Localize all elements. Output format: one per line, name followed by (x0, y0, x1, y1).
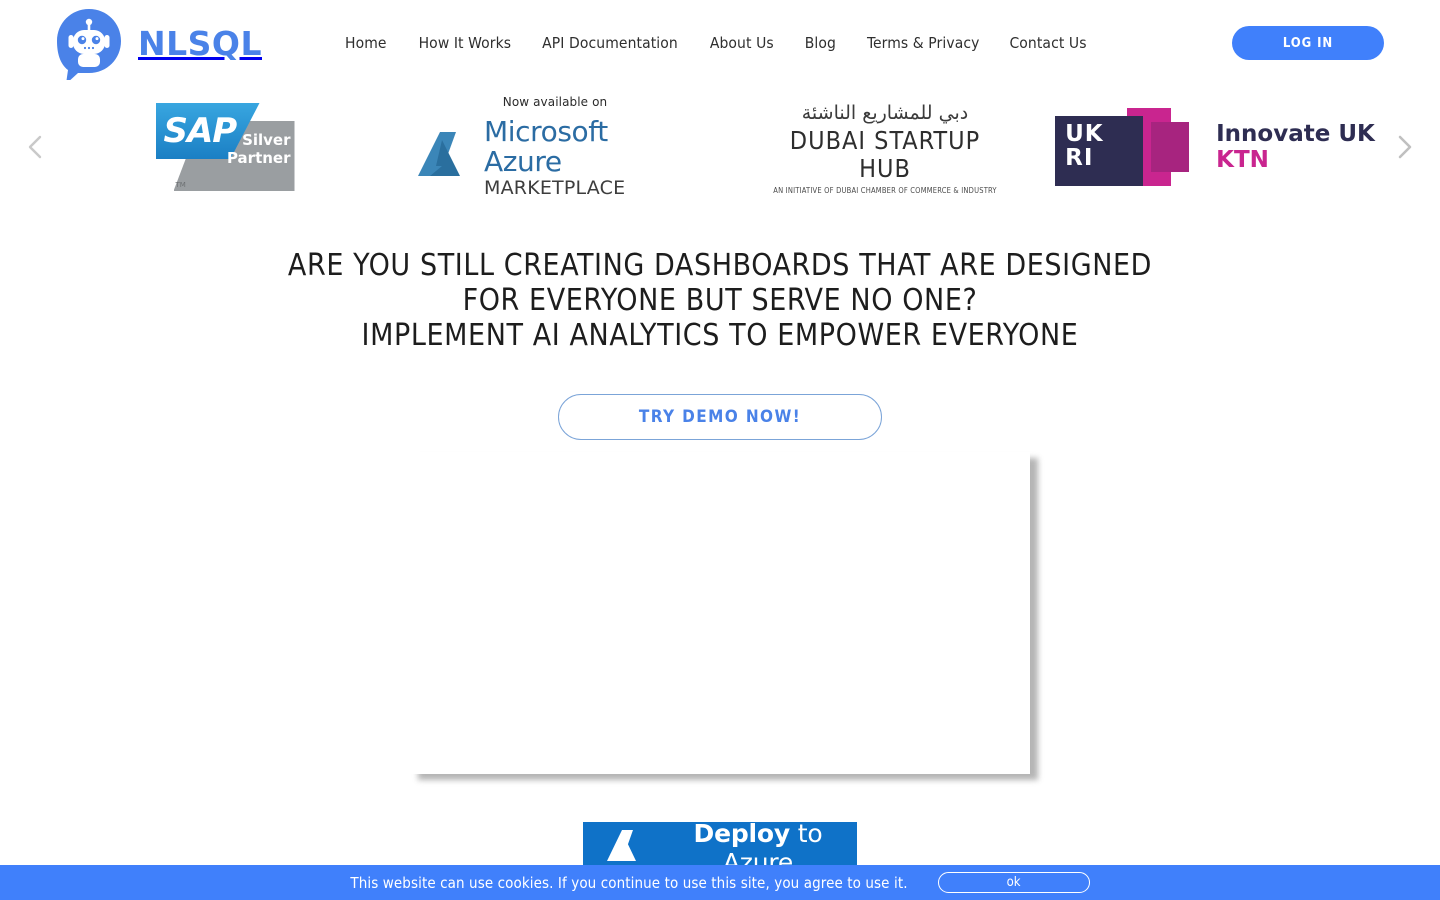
cookie-message: This website can use cookies. If you con… (350, 873, 908, 892)
site-header: NLSQL Home How It Works API Documentatio… (0, 0, 1440, 86)
brand-name: NLSQL (138, 23, 262, 63)
dubai-startup-hub-logo: دبي للمشاريع الناشئة DUBAI STARTUP HUB A… (760, 100, 1010, 195)
nav-item-about-us[interactable]: About Us (710, 30, 805, 56)
hero-headline-line-1: ARE YOU STILL CREATING DASHBOARDS THAT A… (287, 248, 1153, 284)
innovate-uk-label: Innovate UK (1216, 121, 1375, 147)
azure-eyebrow: Now available on (502, 95, 608, 109)
deploy-word: Deploy (693, 819, 791, 848)
chevron-right-icon (1395, 134, 1415, 160)
nav-item-blog[interactable]: Blog (805, 30, 867, 56)
microsoft-azure-marketplace-logo: Now available on Microsoft Azure MARKETP… (416, 95, 694, 199)
hero-headline-line-3: IMPLEMENT AI ANALYTICS TO EMPOWER EVERYO… (361, 318, 1079, 354)
nav-item-home[interactable]: Home (345, 30, 419, 56)
ktn-label: KTN (1216, 147, 1269, 173)
sap-partner-level: Silver Partner (226, 131, 291, 167)
carousel-next-button[interactable] (1388, 130, 1422, 164)
nav-item-terms-privacy[interactable]: Terms & Privacy (867, 30, 1009, 56)
ukri-magenta-block-2 (1151, 122, 1190, 172)
carousel-slide-innovate-uk[interactable]: UK RI Innovate UK KTN (1050, 88, 1380, 206)
chat-robot-icon (52, 6, 126, 80)
nav-item-how-it-works[interactable]: How It Works (419, 30, 543, 56)
innovate-uk-ktn-logo: UK RI Innovate UK KTN (1055, 108, 1375, 186)
ukri-mark: UK RI (1055, 108, 1200, 186)
azure-logo-icon (605, 828, 645, 869)
azure-subtitle: MARKETPLACE (484, 177, 626, 199)
cookie-accept-button[interactable]: ok (937, 872, 1090, 893)
nav-item-api-documentation[interactable]: API Documentation (542, 30, 710, 56)
carousel-slide-dubai[interactable]: دبي للمشاريع الناشئة DUBAI STARTUP HUB A… (720, 88, 1050, 206)
nav-item-contact-us[interactable]: Contact Us (1009, 30, 1086, 56)
sap-trademark: TM (175, 181, 186, 189)
azure-title: Microsoft Azure (484, 115, 608, 178)
hero-headline: ARE YOU STILL CREATING DASHBOARDS THAT A… (0, 248, 1440, 353)
video-embed-placeholder[interactable] (410, 452, 1030, 774)
carousel-slide-azure[interactable]: Now available on Microsoft Azure MARKETP… (390, 88, 720, 206)
brand-logo[interactable]: NLSQL (52, 6, 262, 80)
main-nav: Home How It Works API Documentation Abou… (345, 30, 1087, 56)
partner-logo-carousel: SAP Silver Partner TM Now available on M… (0, 88, 1440, 206)
carousel-prev-button[interactable] (18, 130, 52, 164)
login-button[interactable]: LOG IN (1232, 26, 1384, 60)
cookie-consent-bar: This website can use cookies. If you con… (0, 865, 1440, 900)
azure-triangle-icon (416, 130, 474, 187)
try-demo-button[interactable]: TRY DEMO NOW! (558, 394, 882, 440)
dubai-arabic-name: دبي للمشاريع الناشئة (801, 101, 969, 124)
dubai-english-name: DUBAI STARTUP HUB (789, 125, 981, 183)
hero-headline-line-2: FOR EVERYONE BUT SERVE NO ONE? (462, 283, 978, 319)
sap-wordmark: SAP (163, 111, 238, 151)
dubai-tagline: AN INITIATIVE OF DUBAI CHAMBER OF COMMER… (773, 185, 997, 195)
carousel-track: SAP Silver Partner TM Now available on M… (60, 88, 1380, 206)
page-root: NLSQL Home How It Works API Documentatio… (0, 0, 1440, 900)
sap-silver-partner-logo: SAP Silver Partner TM (155, 103, 295, 191)
carousel-slide-sap[interactable]: SAP Silver Partner TM (60, 88, 390, 206)
ukri-wordmark: UK RI (1065, 121, 1104, 171)
chevron-left-icon (25, 134, 45, 160)
